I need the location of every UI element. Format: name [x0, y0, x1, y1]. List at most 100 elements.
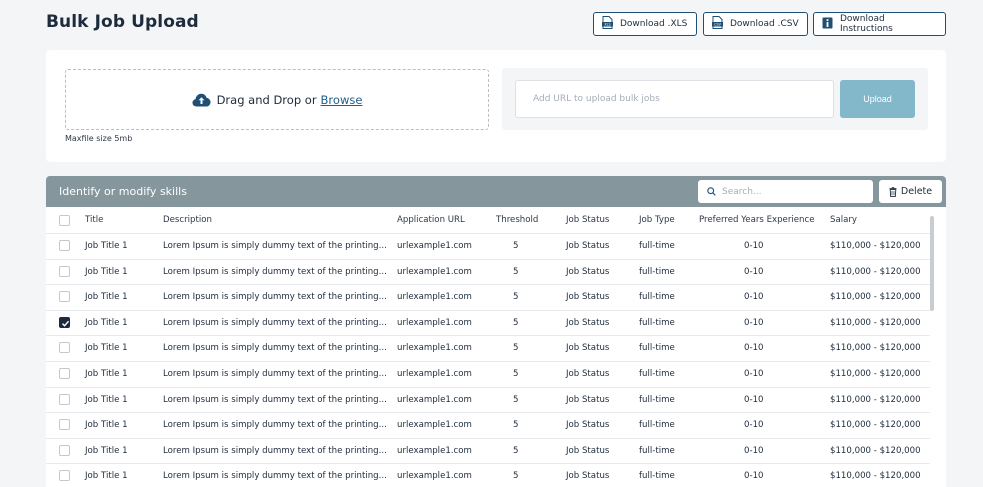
- cell-application-url: urlexample1.com: [397, 394, 472, 405]
- table-row[interactable]: Job Title 1 Lorem Ipsum is simply dummy t…: [46, 335, 930, 361]
- cell-threshold: 5: [513, 241, 519, 251]
- cell-application-url: urlexample1.com: [397, 292, 472, 303]
- table-row[interactable]: Job Title 1 Lorem Ipsum is simply dummy t…: [46, 361, 930, 387]
- jobs-table: Identify or modify skills Delete Title D…: [46, 176, 946, 487]
- cell-job-status: Job Status: [566, 317, 610, 328]
- upload-button[interactable]: Upload: [840, 80, 915, 118]
- download-xls-button[interactable]: XLS Download .XLS: [593, 12, 697, 36]
- xls-file-icon: XLS: [602, 16, 613, 32]
- cell-preferred-years-experience: 0-10: [744, 369, 764, 379]
- cell-title: Job Title 1: [85, 343, 128, 354]
- row-checkbox[interactable]: [59, 393, 70, 405]
- url-input[interactable]: [515, 80, 834, 118]
- column-header-job-type[interactable]: Job Type: [639, 215, 675, 225]
- table-row[interactable]: Job Title 1 Lorem Ipsum is simply dummy t…: [46, 387, 930, 413]
- info-icon: [822, 17, 833, 32]
- cell-salary: $110,000 - $120,000: [830, 394, 921, 405]
- row-checkbox[interactable]: [59, 265, 70, 277]
- delete-label: Delete: [900, 186, 933, 197]
- max-file-size-note: Maxfile size 5mb: [65, 134, 133, 143]
- file-dropzone[interactable]: Drag and Drop or Browse: [65, 69, 489, 130]
- cell-job-type: full-time: [639, 266, 675, 277]
- cell-preferred-years-experience: 0-10: [744, 292, 764, 303]
- cell-application-url: urlexample1.com: [397, 343, 472, 354]
- cell-job-type: full-time: [639, 445, 675, 456]
- search-icon: [707, 187, 716, 196]
- cell-job-type: full-time: [639, 394, 675, 405]
- cell-application-url: urlexample1.com: [397, 369, 472, 379]
- cell-threshold: 5: [513, 266, 519, 277]
- cell-description: Lorem Ipsum is simply dummy text of the …: [163, 369, 387, 379]
- cell-preferred-years-experience: 0-10: [744, 343, 764, 354]
- row-checkbox[interactable]: [59, 368, 70, 379]
- cell-job-status: Job Status: [566, 292, 610, 303]
- delete-button[interactable]: Delete: [879, 180, 942, 203]
- column-header-preferred-years-experience[interactable]: Preferred Years Experience: [699, 215, 815, 225]
- cell-threshold: 5: [513, 445, 519, 456]
- cell-threshold: 5: [513, 317, 519, 328]
- row-checkbox[interactable]: [59, 342, 70, 354]
- cell-preferred-years-experience: 0-10: [744, 266, 764, 277]
- cell-preferred-years-experience: 0-10: [744, 317, 764, 328]
- cell-preferred-years-experience: 0-10: [744, 394, 764, 405]
- cell-salary: $110,000 - $120,000: [830, 343, 921, 354]
- search-box[interactable]: [698, 180, 873, 203]
- cell-title: Job Title 1: [85, 420, 128, 431]
- download-instructions-button[interactable]: Download Instructions: [813, 12, 946, 36]
- cell-job-status: Job Status: [566, 343, 610, 354]
- cell-job-type: full-time: [639, 317, 675, 328]
- cell-job-type: full-time: [639, 241, 675, 251]
- cell-salary: $110,000 - $120,000: [830, 317, 921, 328]
- download-csv-button[interactable]: CSV Download .CSV: [703, 12, 808, 36]
- table-row[interactable]: Job Title 1 Lorem Ipsum is simply dummy t…: [46, 412, 930, 438]
- cell-salary: $110,000 - $120,000: [830, 445, 921, 456]
- cell-threshold: 5: [513, 369, 519, 379]
- download-csv-label: Download .CSV: [730, 19, 799, 29]
- cell-job-type: full-time: [639, 343, 675, 354]
- column-header-application-url[interactable]: Application URL: [397, 215, 465, 225]
- cell-title: Job Title 1: [85, 241, 128, 251]
- row-checkbox[interactable]: [59, 240, 70, 251]
- table-row[interactable]: Job Title 1 Lorem Ipsum is simply dummy t…: [46, 463, 930, 487]
- column-header-description[interactable]: Description: [163, 215, 212, 225]
- cell-salary: $110,000 - $120,000: [830, 241, 921, 251]
- table-row[interactable]: Job Title 1 Lorem Ipsum is simply dummy t…: [46, 310, 930, 336]
- table-row[interactable]: Job Title 1 Lorem Ipsum is simply dummy t…: [46, 233, 930, 259]
- cell-threshold: 5: [513, 343, 519, 354]
- column-header-title[interactable]: Title: [85, 215, 103, 225]
- table-row[interactable]: Job Title 1 Lorem Ipsum is simply dummy t…: [46, 259, 930, 285]
- select-all-checkbox[interactable]: [59, 215, 70, 226]
- row-checkbox[interactable]: [59, 444, 70, 456]
- browse-link[interactable]: Browse: [321, 93, 363, 107]
- cell-job-type: full-time: [639, 369, 675, 379]
- row-checkbox[interactable]: [59, 419, 70, 431]
- cell-title: Job Title 1: [85, 369, 128, 379]
- svg-text:XLS: XLS: [604, 23, 610, 27]
- row-checkbox[interactable]: [59, 316, 70, 328]
- cell-description: Lorem Ipsum is simply dummy text of the …: [163, 445, 387, 456]
- table-row[interactable]: Job Title 1 Lorem Ipsum is simply dummy t…: [46, 284, 930, 310]
- cell-threshold: 5: [513, 471, 519, 482]
- cell-threshold: 5: [513, 394, 519, 405]
- row-checkbox[interactable]: [59, 470, 70, 482]
- search-input[interactable]: [722, 186, 862, 197]
- cell-job-status: Job Status: [566, 241, 610, 251]
- upload-card: Drag and Drop or Browse Maxfile size 5mb…: [46, 50, 946, 162]
- row-checkbox[interactable]: [59, 291, 70, 303]
- cell-preferred-years-experience: 0-10: [744, 420, 764, 431]
- cell-salary: $110,000 - $120,000: [830, 266, 921, 277]
- cell-application-url: urlexample1.com: [397, 445, 472, 456]
- column-header-job-status[interactable]: Job Status: [566, 215, 609, 225]
- column-header-threshold[interactable]: Threshold: [496, 215, 538, 225]
- cell-title: Job Title 1: [85, 317, 128, 328]
- cell-salary: $110,000 - $120,000: [830, 292, 921, 303]
- cell-job-type: full-time: [639, 471, 675, 482]
- cell-salary: $110,000 - $120,000: [830, 420, 921, 431]
- table-scrollbar[interactable]: [930, 216, 934, 311]
- column-header-salary[interactable]: Salary: [830, 215, 857, 225]
- svg-text:CSV: CSV: [714, 23, 722, 27]
- cell-title: Job Title 1: [85, 445, 128, 456]
- cloud-upload-icon: [192, 93, 211, 107]
- table-row[interactable]: Job Title 1 Lorem Ipsum is simply dummy t…: [46, 438, 930, 464]
- cell-threshold: 5: [513, 292, 519, 303]
